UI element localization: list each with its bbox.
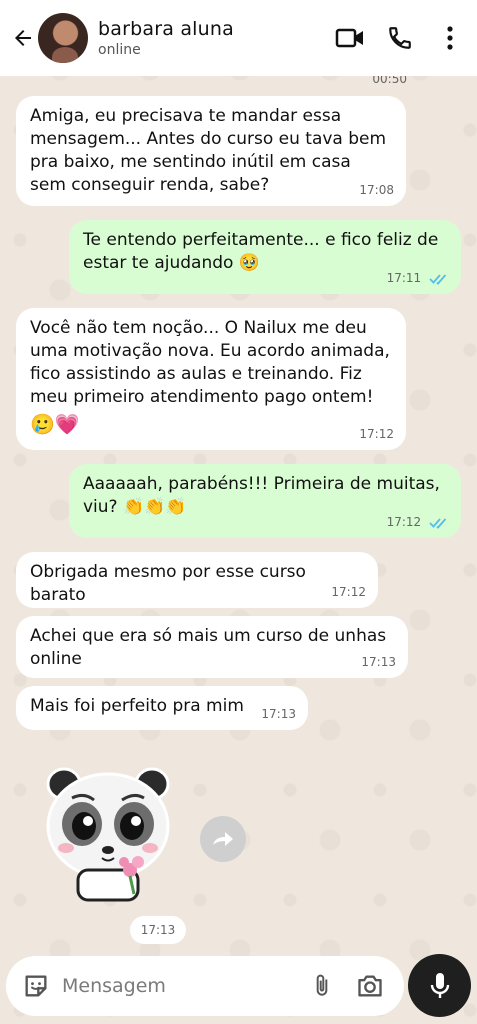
arrow-left-icon [15,30,31,46]
message-input[interactable]: Mensagem [62,975,302,997]
message-meta: 17:12 [387,511,449,534]
paperclip-icon [316,974,328,996]
message-time: 17:13 [361,655,396,669]
back-button[interactable] [8,18,38,58]
camera-icon [358,975,382,997]
forward-button[interactable] [200,816,246,862]
message-composer: Mensagem [6,956,404,1016]
message-text: Achei que era só mais um curso de unhas … [30,626,387,669]
message-incoming[interactable]: Mais foi perfeito pra mim 17:13 [16,686,308,730]
more-options-button[interactable] [433,18,467,58]
message-list[interactable]: 00:50 Amiga, eu precisava te mandar essa… [0,72,477,946]
double-check-icon [429,273,447,285]
message-outgoing[interactable]: Aaaaaah, parabéns!!! Primeira de muitas,… [69,464,461,538]
message-incoming[interactable]: Achei que era só mais um curso de unhas … [16,616,408,678]
message-text: Amiga, eu precisava te mandar essa mensa… [30,106,387,195]
double-check-icon [429,517,447,529]
chat-header: barbara aluna online [0,0,477,76]
sticker-button[interactable] [16,966,56,1006]
contact-name: barbara aluna [98,18,234,40]
message-incoming[interactable]: Obrigada mesmo por esse curso barato 17:… [16,552,378,608]
message-outgoing[interactable]: Te entendo perfeitamente... e fico feliz… [69,220,461,294]
video-call-button[interactable] [333,18,367,58]
message-time: 17:12 [331,585,366,599]
message-time: 17:08 [359,183,394,197]
avatar[interactable] [38,13,88,63]
message-incoming[interactable]: Amiga, eu precisava te mandar essa mensa… [16,96,406,206]
kebab-menu-icon [447,26,453,50]
message-time: 17:11 [386,271,422,285]
voice-call-button[interactable] [383,18,417,58]
forward-icon [213,832,233,846]
emoji-row: 🥲💗 [30,412,80,436]
camera-button[interactable] [350,966,390,1006]
message-text: Você não tem noção... O Nailux me deu um… [30,318,390,407]
phone-icon [389,27,411,49]
message-text: Obrigada mesmo por esse curso barato [30,562,306,605]
message-time: 17:12 [386,515,422,529]
message-time: 17:12 [359,427,394,441]
panda-sticker[interactable] [44,766,174,904]
voice-message-button[interactable] [408,954,471,1017]
message-incoming[interactable]: Você não tem noção... O Nailux me deu um… [16,308,406,450]
video-camera-icon [335,28,363,48]
contact-info[interactable]: barbara aluna online [98,18,333,58]
message-meta: 17:11 [387,267,449,290]
attach-button[interactable] [302,966,342,1006]
sticker-time: 17:13 [130,916,186,944]
contact-status: online [98,42,141,58]
sticker-smiley-icon [25,975,47,997]
microphone-icon [430,972,449,998]
message-time: 17:13 [261,707,296,721]
message-text: Mais foi perfeito pra mim [30,696,244,716]
